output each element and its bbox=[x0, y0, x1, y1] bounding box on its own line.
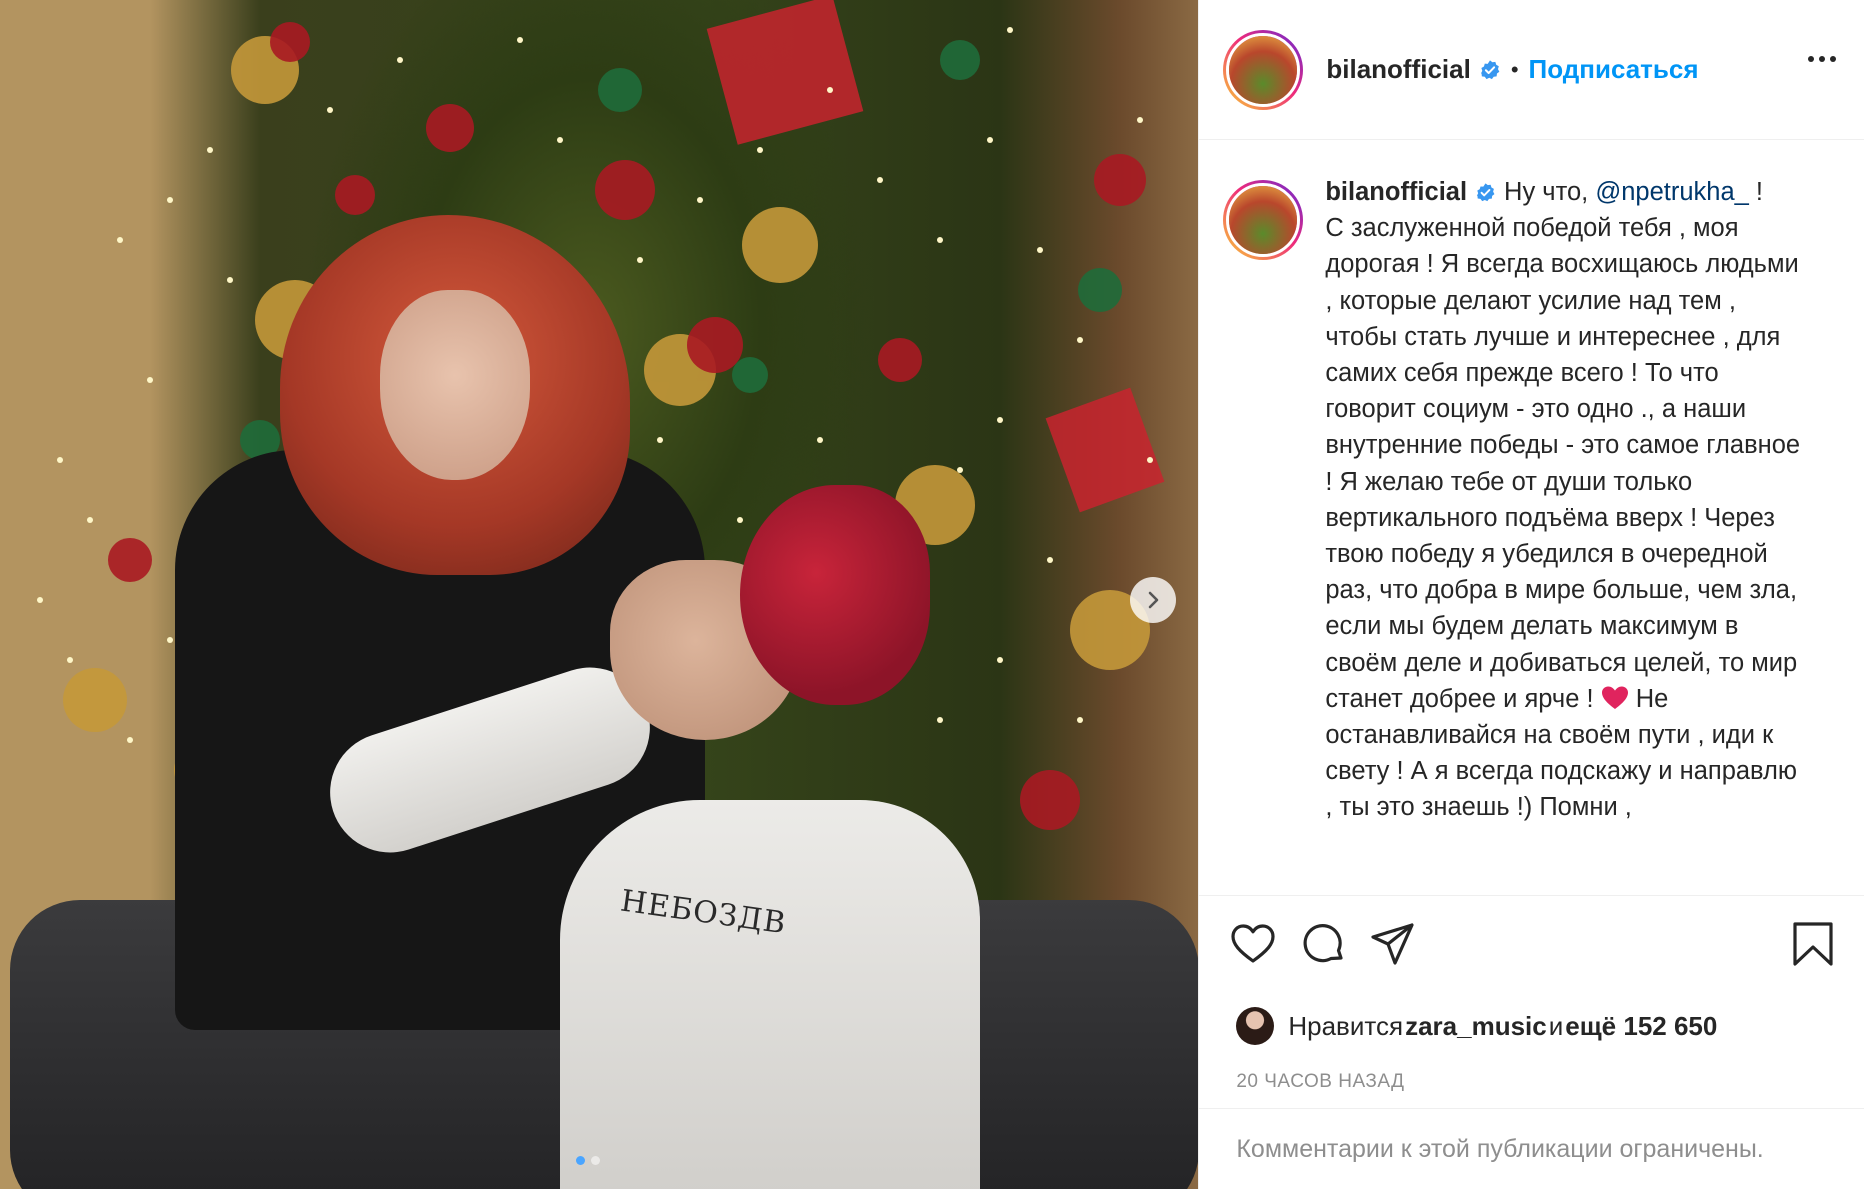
post-side-panel: bilanofficial • Подписаться bilanofficia… bbox=[1198, 0, 1864, 1189]
follow-button[interactable]: Подписаться bbox=[1529, 54, 1699, 85]
post-timestamp[interactable]: 20 ЧАСОВ НАЗАД bbox=[1199, 1056, 1864, 1109]
verified-badge-icon bbox=[1480, 59, 1500, 79]
caption-after-mention: ! bbox=[1748, 178, 1763, 206]
liker-username-link[interactable]: zara_music bbox=[1405, 1011, 1547, 1042]
heart-icon[interactable] bbox=[1227, 918, 1279, 970]
bookmark-icon[interactable] bbox=[1787, 918, 1839, 970]
carousel-dot-active bbox=[576, 1156, 585, 1165]
liker-avatar[interactable] bbox=[1236, 1007, 1275, 1045]
likes-middle: и bbox=[1548, 1010, 1564, 1041]
red-heart-emoji-icon bbox=[1601, 686, 1628, 709]
author-avatar[interactable] bbox=[1223, 29, 1304, 110]
action-bar bbox=[1199, 896, 1864, 996]
post-header: bilanofficial • Подписаться bbox=[1199, 0, 1864, 140]
header-separator: • bbox=[1510, 56, 1519, 82]
post-photo[interactable]: НЕБОЗДВ bbox=[0, 0, 1199, 1189]
woman-face bbox=[380, 290, 530, 480]
caption-author-avatar[interactable] bbox=[1223, 180, 1304, 260]
man-hair bbox=[740, 485, 930, 705]
likes-count-link[interactable]: ещё 152 650 bbox=[1565, 1011, 1717, 1042]
carousel-next-button[interactable] bbox=[1130, 577, 1176, 623]
caption-username[interactable]: bilanofficial bbox=[1325, 178, 1467, 206]
caption-area: bilanofficial Ну что, @npetrukha_ ! С зас… bbox=[1199, 140, 1864, 896]
likes-summary: Нравится zara_music и ещё 152 650 bbox=[1199, 996, 1864, 1056]
comment-icon[interactable] bbox=[1297, 918, 1349, 970]
more-options-icon[interactable] bbox=[1808, 56, 1836, 62]
share-icon[interactable] bbox=[1367, 918, 1419, 970]
carousel-indicator bbox=[576, 1156, 600, 1165]
caption-mention-link[interactable]: @npetrukha_ bbox=[1595, 178, 1749, 206]
likes-prefix: Нравится bbox=[1288, 1010, 1404, 1041]
man-shirt bbox=[560, 800, 980, 1189]
instagram-post: НЕБОЗДВ bilanofficial • Подписаться bila… bbox=[0, 0, 1864, 1189]
caption-body: С заслуженной победой тебя , моя дорогая… bbox=[1325, 214, 1801, 713]
comments-restricted-notice: Комментарии к этой публикации ограничены… bbox=[1236, 1134, 1764, 1163]
author-username[interactable]: bilanofficial bbox=[1326, 54, 1470, 85]
verified-badge-icon bbox=[1476, 183, 1495, 202]
chevron-right-icon bbox=[1148, 591, 1159, 609]
carousel-dot bbox=[591, 1156, 600, 1165]
caption-text: bilanofficial Ну что, @npetrukha_ ! С зас… bbox=[1325, 174, 1805, 826]
caption-prefix: Ну что, bbox=[1504, 178, 1596, 206]
